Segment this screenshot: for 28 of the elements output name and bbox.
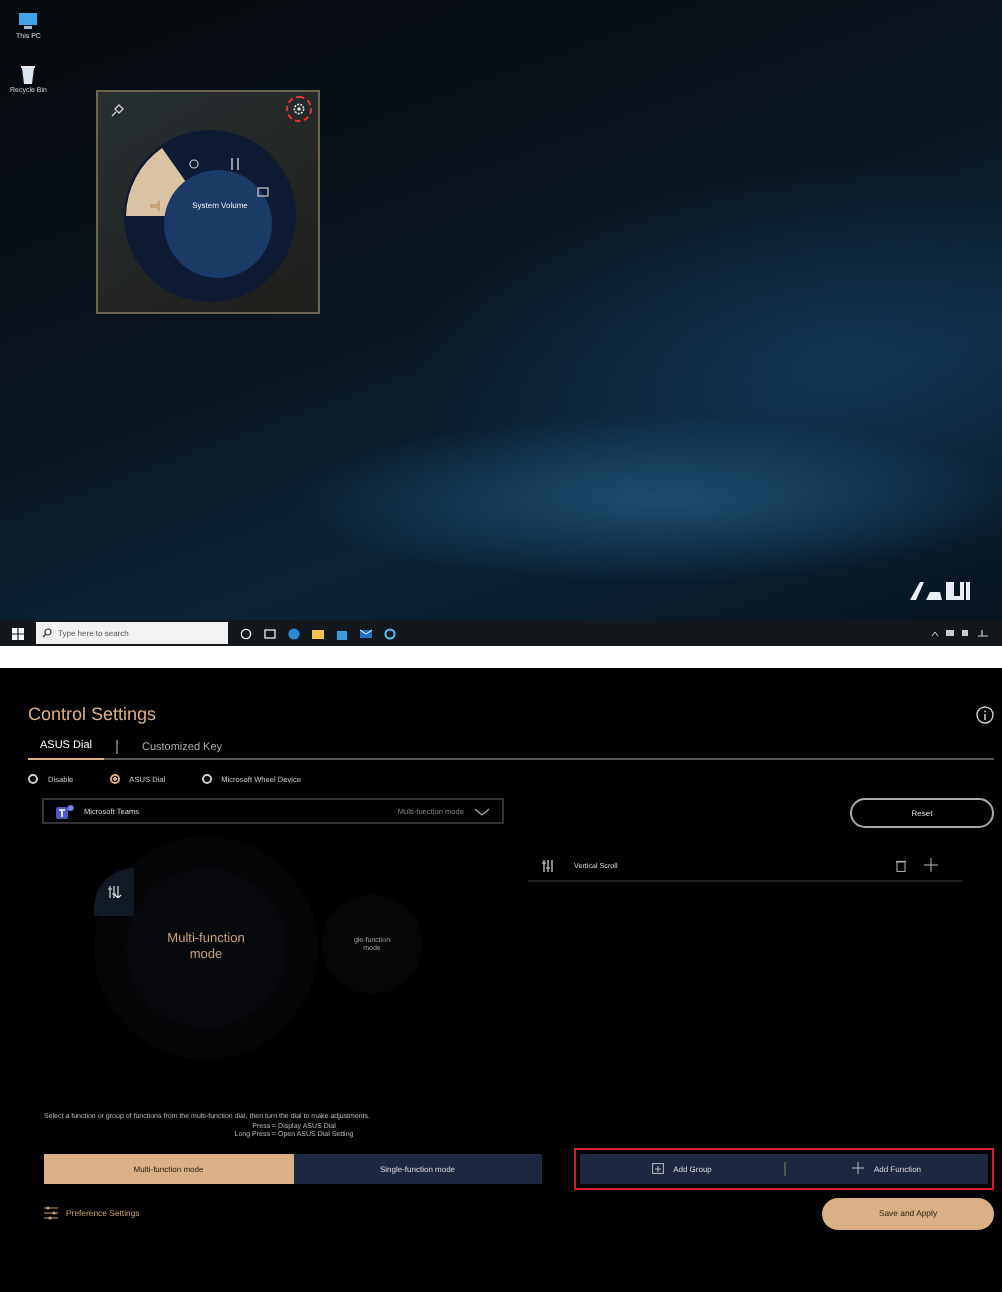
sliders-icon — [44, 1206, 58, 1221]
trash-icon[interactable] — [896, 859, 906, 871]
teams-app-icon — [56, 803, 74, 819]
recycle-bin-icon[interactable] — [20, 64, 37, 84]
store-icon[interactable] — [336, 627, 348, 639]
plus-icon — [851, 1162, 864, 1175]
logo-icon — [910, 582, 970, 600]
radio-button[interactable] — [28, 774, 38, 784]
ring-icon[interactable] — [384, 627, 396, 639]
windows-icon[interactable] — [12, 627, 24, 639]
task-view-icon[interactable] — [264, 627, 276, 639]
search-icon[interactable] — [36, 622, 56, 644]
window-title: Control Settings — [28, 704, 157, 724]
circle-icon[interactable] — [240, 627, 252, 639]
folder-icon[interactable] — [312, 627, 324, 639]
vertical-scroll-icon — [542, 859, 556, 871]
radio-button[interactable] — [109, 774, 120, 784]
browser-icon[interactable] — [288, 627, 300, 639]
info-icon[interactable] — [976, 705, 994, 723]
vertical-scroll-icon — [107, 886, 121, 898]
tray-icons[interactable] — [930, 628, 990, 638]
add-group-icon — [651, 1162, 664, 1175]
chevron-down-icon[interactable] — [474, 807, 490, 815]
mail-icon[interactable] — [360, 627, 372, 639]
pin-icon[interactable] — [110, 104, 124, 118]
computer-icon[interactable] — [18, 12, 39, 30]
radio-button[interactable] — [201, 774, 212, 784]
move-icon[interactable] — [924, 858, 938, 872]
